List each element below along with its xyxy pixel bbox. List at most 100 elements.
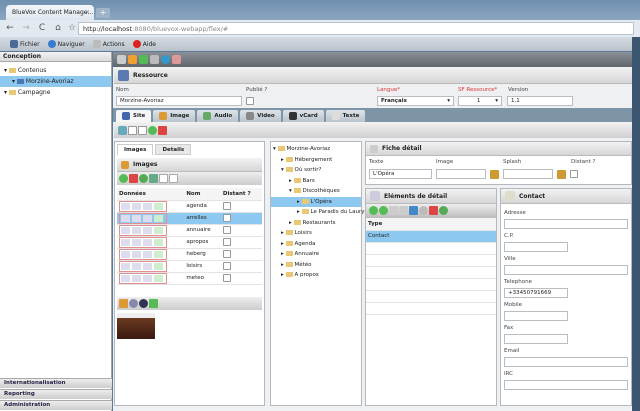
contact-field-input[interactable]	[504, 311, 568, 321]
check-icon[interactable]	[154, 214, 163, 222]
distant-checkbox[interactable]	[222, 214, 231, 222]
text-icon[interactable]	[121, 250, 130, 258]
image-icon[interactable]	[132, 202, 141, 210]
image-icon[interactable]	[132, 214, 141, 222]
menu-fichier[interactable]: Fichier	[10, 40, 40, 48]
tree-item[interactable]: ▸ Bars	[271, 176, 361, 187]
table-row[interactable]: heberg	[117, 248, 262, 261]
tree-item[interactable]: ▸ Annuaire	[271, 249, 361, 260]
table-row[interactable]: loisirs	[117, 260, 262, 273]
validate-icon[interactable]	[148, 126, 157, 135]
distant-checkbox[interactable]	[222, 250, 231, 258]
forward-icon[interactable]: →	[20, 22, 32, 34]
audio-icon[interactable]	[143, 274, 152, 282]
tree-item[interactable]: ▸ Agenda	[271, 239, 361, 250]
accordion-administration[interactable]: Administration	[0, 400, 112, 410]
home-icon[interactable]: ⌂	[52, 22, 64, 34]
phone-icon[interactable]	[118, 126, 127, 135]
toolbar-icon-4[interactable]	[150, 55, 159, 64]
text-icon[interactable]	[121, 202, 130, 210]
image-thumbnail[interactable]	[117, 312, 155, 339]
text-icon[interactable]	[121, 262, 130, 270]
distant-checkbox[interactable]	[222, 226, 231, 234]
tab-images[interactable]: Images	[117, 144, 154, 155]
edit-icon[interactable]	[389, 206, 398, 215]
tab-site[interactable]: Site	[116, 110, 152, 122]
text-icon[interactable]	[121, 274, 130, 282]
image-icon[interactable]	[132, 274, 141, 282]
tree-item-contenus[interactable]: ▾ Contenus	[0, 65, 111, 76]
contact-field-input[interactable]: +33450791669	[504, 288, 568, 298]
add-icon[interactable]	[139, 55, 148, 64]
tab-vcard[interactable]: vCard	[282, 110, 324, 122]
tree-item-morzine-avoriaz[interactable]: ▾ Morzine-Avoriaz	[0, 76, 111, 87]
tree-item[interactable]: ▸ Restaurants	[271, 218, 361, 229]
text-icon[interactable]	[121, 226, 130, 234]
refresh-icon[interactable]	[161, 55, 170, 64]
tab-video[interactable]: Video	[240, 110, 281, 122]
bookmark-star-icon[interactable]: ☆	[66, 22, 78, 34]
distant-checkbox[interactable]	[222, 238, 231, 246]
add-icon[interactable]	[369, 206, 378, 215]
menu-actions[interactable]: Actions	[92, 40, 125, 48]
col-donnees[interactable]: Données	[117, 188, 185, 201]
check-icon[interactable]	[154, 226, 163, 234]
tab-image[interactable]: Image	[153, 110, 196, 122]
check-icon[interactable]	[154, 274, 163, 282]
table-row[interactable]: arrelles	[117, 212, 262, 225]
table-row[interactable]: meteo	[117, 272, 262, 285]
table-row[interactable]: Contact	[366, 230, 496, 243]
contact-field-input[interactable]	[504, 380, 628, 390]
audio-icon[interactable]	[143, 262, 152, 270]
table-row[interactable]: agenda	[117, 200, 262, 213]
tree-item[interactable]: ▸ A propos	[271, 270, 361, 281]
reload-icon[interactable]: C	[36, 22, 48, 34]
check-icon[interactable]	[154, 202, 163, 210]
new-tab-button[interactable]: +	[96, 8, 110, 18]
toolbar-icon-6[interactable]	[172, 55, 181, 64]
copy-icon[interactable]	[399, 206, 408, 215]
accordion-internationalisation[interactable]: Internationalisation	[0, 378, 112, 388]
distant-checkbox[interactable]	[570, 170, 578, 178]
image-input[interactable]	[436, 169, 486, 179]
search-icon[interactable]	[419, 206, 428, 215]
splash-input[interactable]	[503, 169, 553, 179]
copy-icon[interactable]	[169, 174, 178, 183]
back-icon[interactable]: ←	[4, 22, 16, 34]
tree-item[interactable]: ▾ Où sortir?	[271, 165, 361, 176]
tree-item[interactable]: ▸ Loisirs	[271, 228, 361, 239]
add-icon[interactable]	[119, 174, 128, 183]
add-child-icon[interactable]	[379, 206, 388, 215]
move-up-icon[interactable]	[128, 126, 137, 135]
tree-item[interactable]: ▸ Hébergement	[271, 155, 361, 166]
table-row[interactable]: apropos	[117, 236, 262, 249]
image-icon[interactable]	[132, 262, 141, 270]
version-input[interactable]: 1.1	[507, 96, 573, 106]
publie-checkbox[interactable]	[246, 97, 254, 105]
accordion-reporting[interactable]: Reporting	[0, 389, 112, 399]
col-distant[interactable]: Distant ?	[220, 188, 262, 201]
browse-image-icon[interactable]	[490, 170, 499, 179]
contact-field-input[interactable]	[504, 242, 568, 252]
image-icon[interactable]	[132, 238, 141, 246]
browser-tab[interactable]: BlueVox Content Manage... ×	[6, 5, 94, 20]
audio-icon[interactable]	[143, 202, 152, 210]
contact-field-input[interactable]	[504, 265, 628, 275]
check-icon[interactable]	[154, 250, 163, 258]
refresh-icon[interactable]	[439, 206, 448, 215]
close-tab-icon[interactable]: ×	[85, 9, 90, 16]
refresh-icon[interactable]	[139, 174, 148, 183]
audio-icon[interactable]	[143, 214, 152, 222]
tab-details[interactable]: Details	[155, 144, 192, 155]
folder-icon[interactable]	[119, 298, 128, 308]
sf-ressource-select[interactable]: 1 ▾	[458, 96, 502, 106]
text-icon[interactable]	[121, 238, 130, 246]
distant-checkbox[interactable]	[222, 202, 231, 210]
contact-field-input[interactable]	[504, 219, 628, 229]
langue-select[interactable]: Français ▾	[377, 96, 454, 106]
toolbar-icon-1[interactable]	[117, 55, 126, 64]
delete-icon[interactable]	[429, 206, 438, 215]
info-icon[interactable]	[139, 298, 148, 308]
check-icon[interactable]	[154, 262, 163, 270]
image-icon[interactable]	[132, 226, 141, 234]
